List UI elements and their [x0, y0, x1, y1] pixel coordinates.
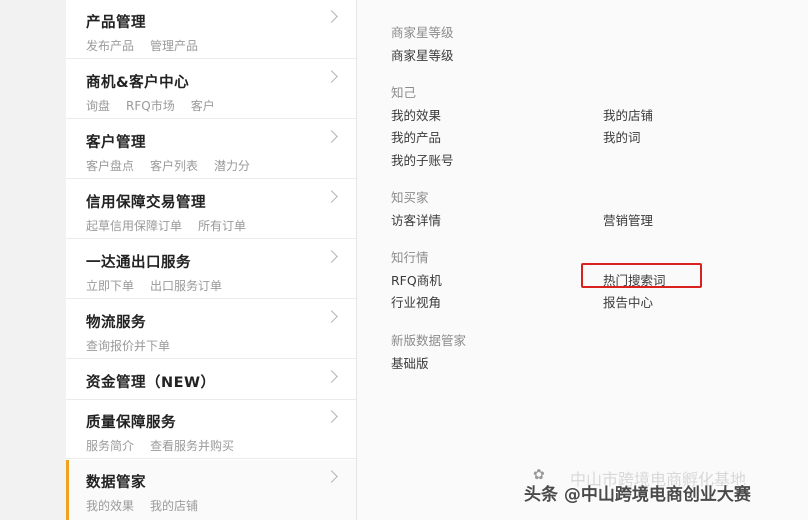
chevron-right-icon	[325, 370, 338, 383]
menu-item-sublinks: 服务简介 查看服务并购买	[86, 437, 250, 454]
section-heading-know-self: 知己	[391, 85, 417, 100]
sublink-order-now[interactable]: 立即下单	[86, 279, 134, 293]
chevron-right-icon	[325, 310, 338, 323]
sublink-quote-order[interactable]: 查询报价并下单	[86, 339, 170, 353]
menu-item-sublinks: 客户盘点 客户列表 潜力分	[86, 157, 266, 174]
menu-item-title: 产品管理	[86, 15, 146, 31]
chevron-right-icon	[325, 130, 338, 143]
menu-item-sublinks: 我的效果 我的店铺	[86, 497, 214, 514]
section-heading-know-buyers: 知买家	[391, 190, 429, 205]
sublink-customer-inventory[interactable]: 客户盘点	[86, 159, 134, 173]
sidebar-menu: 产品管理 发布产品 管理产品 商机&客户中心 询盘 RFQ市场 客户 客户管理 客户盘…	[66, 0, 357, 520]
sublink-my-effect[interactable]: 我的效果	[86, 499, 134, 513]
sublink-rfq-market[interactable]: RFQ市场	[126, 99, 175, 113]
chevron-right-icon	[325, 470, 338, 483]
menu-item-title: 商机&客户中心	[86, 75, 190, 91]
link-my-effect[interactable]: 我的效果	[391, 105, 441, 124]
section-heading-merchant-star: 商家星等级	[391, 25, 454, 40]
menu-item-customer-management[interactable]: 客户管理 客户盘点 客户列表 潜力分	[66, 120, 356, 179]
menu-item-export-service[interactable]: 一达通出口服务 立即下单 出口服务订单	[66, 240, 356, 299]
sublink-export-orders[interactable]: 出口服务订单	[150, 279, 222, 293]
sublink-view-buy-service[interactable]: 查看服务并购买	[150, 439, 234, 453]
sublink-my-store[interactable]: 我的店铺	[150, 499, 198, 513]
sublink-all-orders[interactable]: 所有订单	[198, 219, 246, 233]
menu-item-sublinks: 起草信用保障订单 所有订单	[86, 217, 262, 234]
menu-item-title: 物流服务	[86, 315, 146, 331]
menu-item-fund-management[interactable]: 资金管理（NEW）	[66, 360, 356, 400]
link-my-products[interactable]: 我的产品	[391, 127, 441, 146]
chevron-right-icon	[325, 10, 338, 23]
link-my-subaccounts[interactable]: 我的子账号	[391, 150, 454, 169]
menu-item-sublinks: 立即下单 出口服务订单	[86, 277, 238, 294]
link-industry-view[interactable]: 行业视角	[391, 292, 441, 311]
link-my-words[interactable]: 我的词	[603, 127, 641, 146]
link-rfq-opportunities[interactable]: RFQ商机	[391, 270, 442, 289]
section-heading-new-data-manager: 新版数据管家	[391, 333, 467, 348]
menu-item-business-customer-center[interactable]: 商机&客户中心 询盘 RFQ市场 客户	[66, 60, 356, 119]
chevron-right-icon	[325, 190, 338, 203]
watermark-text: 头条 @中山跨境电商创业大赛	[524, 485, 751, 505]
sublink-manage-product[interactable]: 管理产品	[150, 39, 198, 53]
chevron-right-icon	[325, 70, 338, 83]
chevron-right-icon	[325, 250, 338, 263]
link-hot-search-words[interactable]: 热门搜索词	[603, 270, 666, 289]
menu-item-title: 一达通出口服务	[86, 255, 191, 271]
sublink-customer-list[interactable]: 客户列表	[150, 159, 198, 173]
menu-item-sublinks: 发布产品 管理产品	[86, 37, 214, 54]
sublink-inquiry[interactable]: 询盘	[86, 99, 110, 113]
menu-item-logistics[interactable]: 物流服务 查询报价并下单	[66, 300, 356, 359]
section-heading-market-trends: 知行情	[391, 250, 429, 265]
menu-item-title: 数据管家	[86, 475, 146, 491]
menu-item-product-management[interactable]: 产品管理 发布产品 管理产品	[66, 0, 356, 59]
sublink-service-intro[interactable]: 服务简介	[86, 439, 134, 453]
link-report-center[interactable]: 报告中心	[603, 292, 653, 311]
submenu-panel: 商家星等级 商家星等级 知己 我的效果 我的店铺 我的产品 我的词 我的子账号 …	[357, 0, 808, 520]
chevron-right-icon	[325, 410, 338, 423]
menu-item-title: 资金管理（NEW）	[86, 375, 216, 391]
menu-item-trade-assurance[interactable]: 信用保障交易管理 起草信用保障订单 所有订单	[66, 180, 356, 239]
link-my-store[interactable]: 我的店铺	[603, 105, 653, 124]
link-marketing-management[interactable]: 营销管理	[603, 210, 653, 229]
sublink-customer[interactable]: 客户	[191, 99, 215, 113]
menu-item-title: 质量保障服务	[86, 415, 176, 431]
menu-item-sublinks: 询盘 RFQ市场 客户	[86, 97, 231, 114]
menu-item-quality-assurance[interactable]: 质量保障服务 服务简介 查看服务并购买	[66, 400, 356, 459]
link-merchant-star[interactable]: 商家星等级	[391, 45, 454, 64]
menu-item-title: 客户管理	[86, 135, 146, 151]
menu-item-data-manager[interactable]: 数据管家 我的效果 我的店铺	[66, 460, 356, 520]
menu-item-sublinks: 查询报价并下单	[86, 337, 186, 354]
sublink-potential-score[interactable]: 潜力分	[214, 159, 250, 173]
link-basic-version[interactable]: 基础版	[391, 353, 429, 372]
link-visitor-details[interactable]: 访客详情	[391, 210, 441, 229]
sublink-draft-order[interactable]: 起草信用保障订单	[86, 219, 182, 233]
menu-item-title: 信用保障交易管理	[86, 195, 206, 211]
sublink-publish-product[interactable]: 发布产品	[86, 39, 134, 53]
